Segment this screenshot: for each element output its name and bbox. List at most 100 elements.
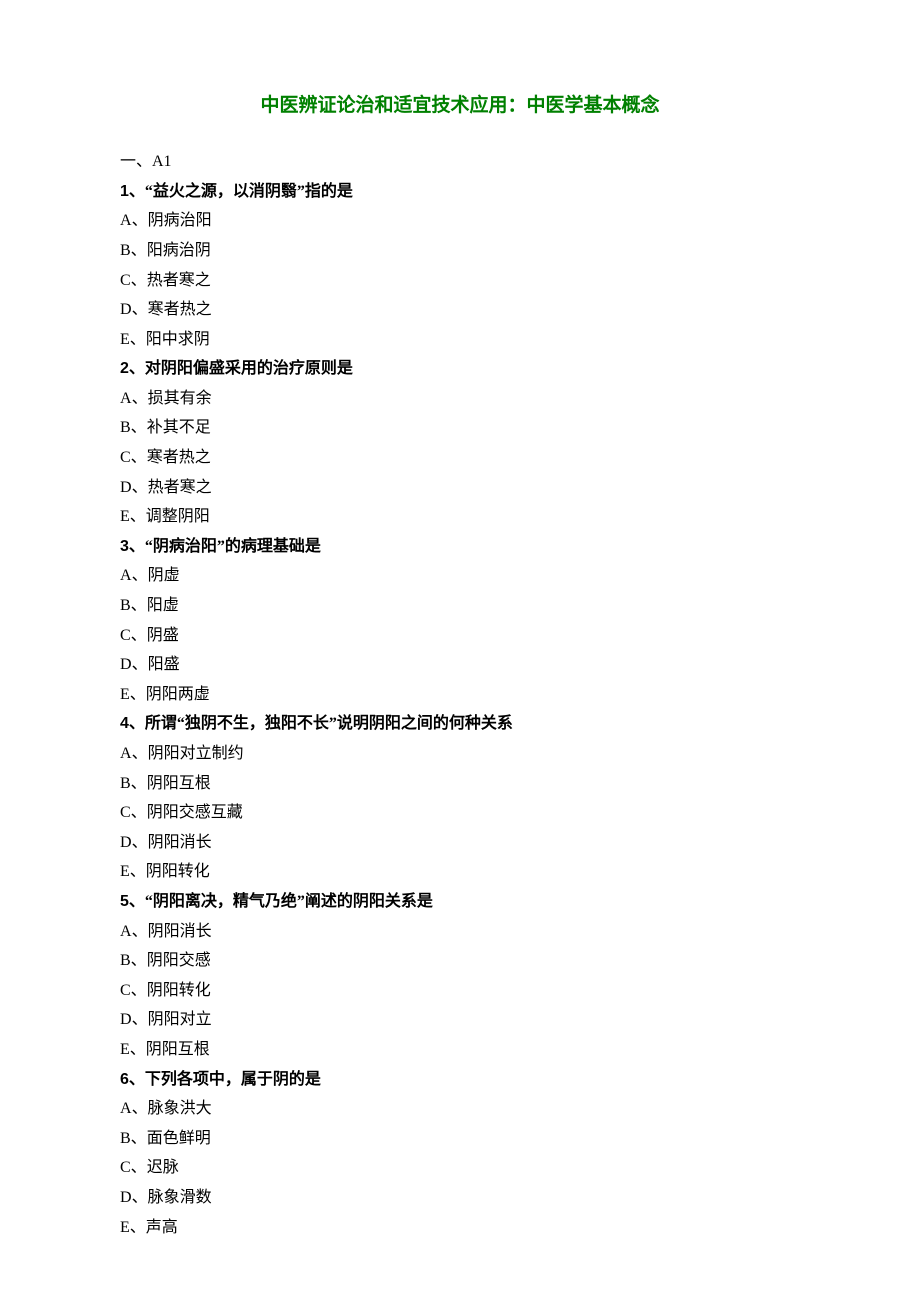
option: E、阴阳互根 xyxy=(120,1035,800,1065)
option: C、阴盛 xyxy=(120,621,800,651)
option-text: 寒者热之 xyxy=(148,301,212,318)
option-separator: 、 xyxy=(130,508,146,525)
option-text: 阳病治阴 xyxy=(147,242,211,259)
option-letter: B xyxy=(120,419,131,436)
option: D、阴阳消长 xyxy=(120,828,800,858)
question-stem: 3、“阴病治阳”的病理基础是 xyxy=(120,532,800,562)
option: B、补其不足 xyxy=(120,413,800,443)
page-title: 中医辨证论治和适宜技术应用：中医学基本概念 xyxy=(120,88,800,123)
option-letter: E xyxy=(120,1041,130,1058)
option-letter: C xyxy=(120,272,131,289)
question-stem: 2、对阴阳偏盛采用的治疗原则是 xyxy=(120,354,800,384)
option-text: 阴阳交感互藏 xyxy=(147,804,243,821)
option-text: 阴阳转化 xyxy=(147,982,211,999)
option-separator: 、 xyxy=(131,982,147,999)
option-text: 阴阳互根 xyxy=(147,775,211,792)
option-letter: C xyxy=(120,804,131,821)
option-separator: 、 xyxy=(131,952,147,969)
option: A、阴病治阳 xyxy=(120,206,800,236)
option-separator: 、 xyxy=(132,1189,148,1206)
option-text: 热者寒之 xyxy=(147,272,211,289)
option-separator: 、 xyxy=(131,272,147,289)
option-letter: E xyxy=(120,508,130,525)
option-text: 阴阳两虚 xyxy=(146,686,210,703)
option-separator: 、 xyxy=(130,686,146,703)
option-separator: 、 xyxy=(130,863,146,880)
option: A、损其有余 xyxy=(120,384,800,414)
option-text: 阴阳对立制约 xyxy=(148,745,244,762)
question-text: 所谓“独阴不生，独阳不长”说明阴阳之间的何种关系 xyxy=(145,715,513,732)
option: D、热者寒之 xyxy=(120,473,800,503)
option: E、阴阳两虚 xyxy=(120,680,800,710)
option-separator: 、 xyxy=(131,1159,147,1176)
option: E、声高 xyxy=(120,1213,800,1243)
option-letter: D xyxy=(120,301,132,318)
option-separator: 、 xyxy=(131,597,147,614)
option-separator: 、 xyxy=(132,656,148,673)
option-separator: 、 xyxy=(132,923,148,940)
option: B、阴阳交感 xyxy=(120,946,800,976)
option: A、脉象洪大 xyxy=(120,1094,800,1124)
question-stem: 5、“阴阳离决，精气乃绝”阐述的阴阳关系是 xyxy=(120,887,800,917)
question-number: 1 xyxy=(120,183,129,200)
option-separator: 、 xyxy=(132,1100,148,1117)
option-separator: 、 xyxy=(132,301,148,318)
option-text: 阴阳对立 xyxy=(148,1011,212,1028)
option: C、迟脉 xyxy=(120,1153,800,1183)
option-separator: 、 xyxy=(132,834,148,851)
option-letter: D xyxy=(120,656,132,673)
option: E、调整阴阳 xyxy=(120,502,800,532)
option-text: 阳盛 xyxy=(148,656,180,673)
option-letter: A xyxy=(120,1100,132,1117)
option: A、阴阳消长 xyxy=(120,917,800,947)
question-text: “益火之源，以消阴翳”指的是 xyxy=(145,183,353,200)
option-letter: D xyxy=(120,834,132,851)
option-letter: E xyxy=(120,863,130,880)
option-letter: D xyxy=(120,1189,132,1206)
question-stem: 6、下列各项中，属于阴的是 xyxy=(120,1065,800,1095)
option: D、阴阳对立 xyxy=(120,1005,800,1035)
option-letter: A xyxy=(120,923,132,940)
option-letter: B xyxy=(120,597,131,614)
option-separator: 、 xyxy=(131,1130,147,1147)
option: D、阳盛 xyxy=(120,650,800,680)
option-letter: B xyxy=(120,775,131,792)
option-letter: A xyxy=(120,567,132,584)
option-text: 声高 xyxy=(146,1219,178,1236)
option-letter: B xyxy=(120,1130,131,1147)
option-letter: E xyxy=(120,1219,130,1236)
option-text: 迟脉 xyxy=(147,1159,179,1176)
option: C、热者寒之 xyxy=(120,266,800,296)
option: B、面色鲜明 xyxy=(120,1124,800,1154)
option-letter: C xyxy=(120,627,131,644)
option-text: 脉象洪大 xyxy=(148,1100,212,1117)
option-letter: C xyxy=(120,1159,131,1176)
option-text: 阴阳互根 xyxy=(146,1041,210,1058)
option: C、阴阳交感互藏 xyxy=(120,798,800,828)
option-separator: 、 xyxy=(130,1041,146,1058)
option-separator: 、 xyxy=(131,775,147,792)
question-separator: 、 xyxy=(129,715,145,732)
question-separator: 、 xyxy=(129,183,145,200)
question-number: 4 xyxy=(120,715,129,732)
option-separator: 、 xyxy=(132,479,148,496)
option-text: 阴阳消长 xyxy=(148,923,212,940)
option: D、寒者热之 xyxy=(120,295,800,325)
option-separator: 、 xyxy=(131,449,147,466)
question-number: 2 xyxy=(120,360,129,377)
question-separator: 、 xyxy=(129,893,145,910)
option-letter: D xyxy=(120,479,132,496)
option-separator: 、 xyxy=(131,419,147,436)
option-text: 阴阳消长 xyxy=(148,834,212,851)
option-text: 热者寒之 xyxy=(148,479,212,496)
option-letter: A xyxy=(120,745,132,762)
question-text: 对阴阳偏盛采用的治疗原则是 xyxy=(145,360,353,377)
option-separator: 、 xyxy=(131,804,147,821)
question-number: 5 xyxy=(120,893,129,910)
option-letter: C xyxy=(120,982,131,999)
option: B、阳病治阴 xyxy=(120,236,800,266)
question-separator: 、 xyxy=(129,1071,145,1088)
option-letter: B xyxy=(120,952,131,969)
question-stem: 4、所谓“独阴不生，独阳不长”说明阴阳之间的何种关系 xyxy=(120,709,800,739)
option-text: 补其不足 xyxy=(147,419,211,436)
